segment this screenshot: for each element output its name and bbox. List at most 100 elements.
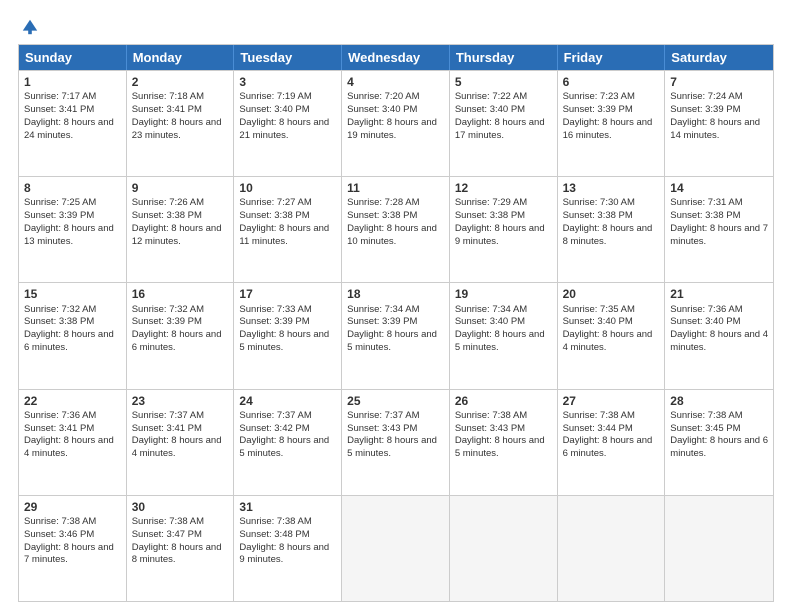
cal-cell-day-13: 13Sunrise: 7:30 AMSunset: 3:38 PMDayligh…: [558, 177, 666, 282]
cal-cell-day-22: 22Sunrise: 7:36 AMSunset: 3:41 PMDayligh…: [19, 390, 127, 495]
header: [18, 18, 774, 36]
day-number: 12: [455, 180, 552, 196]
sunrise-text: Sunrise: 7:19 AM: [239, 91, 311, 102]
sunset-text: Sunset: 3:40 PM: [563, 316, 633, 327]
calendar-body: 1Sunrise: 7:17 AM Sunset: 3:41 PM Daylight…: [19, 70, 773, 601]
sunset-text: Sunset: 3:38 PM: [132, 210, 202, 221]
cal-cell-day-7: 7Sunrise: 7:24 AM Sunset: 3:39 PM Daylight…: [665, 71, 773, 176]
sunset-text: Sunset: 3:43 PM: [455, 423, 525, 434]
sunset-text: Sunset: 3:43 PM: [347, 423, 417, 434]
sunrise-text: Sunrise: 7:35 AM: [563, 304, 635, 315]
sunset-text: Sunset: 3:47 PM: [132, 529, 202, 540]
day-number: 30: [132, 499, 229, 515]
cal-cell-day-27: 27Sunrise: 7:38 AMSunset: 3:44 PMDayligh…: [558, 390, 666, 495]
sunrise-text: Sunrise: 7:34 AM: [347, 304, 419, 315]
daylight-text: Daylight: 8 hours and 11 minutes.: [239, 223, 329, 247]
sunrise-text: Sunrise: 7:34 AM: [455, 304, 527, 315]
daylight-text: Daylight: 8 hours and 5 minutes.: [239, 329, 329, 353]
sunrise-text: Sunrise: 7:27 AM: [239, 197, 311, 208]
day-number: 6: [563, 74, 660, 90]
sunrise-text: Sunrise: 7:20 AM: [347, 91, 419, 102]
daylight-text: Daylight: 8 hours and 13 minutes.: [24, 223, 114, 247]
cal-week-2: 8Sunrise: 7:25 AMSunset: 3:39 PMDaylight…: [19, 176, 773, 282]
sunrise-text: Sunrise: 7:25 AM: [24, 197, 96, 208]
cal-cell-day-25: 25Sunrise: 7:37 AMSunset: 3:43 PMDayligh…: [342, 390, 450, 495]
sunrise-text: Sunrise: 7:17 AM: [24, 91, 96, 102]
sunrise-text: Sunrise: 7:37 AM: [239, 410, 311, 421]
daylight-text: Daylight: 8 hours and 17 minutes.: [455, 117, 545, 141]
cal-cell-day-23: 23Sunrise: 7:37 AMSunset: 3:41 PMDayligh…: [127, 390, 235, 495]
day-number: 25: [347, 393, 444, 409]
cal-cell-day-20: 20Sunrise: 7:35 AMSunset: 3:40 PMDayligh…: [558, 283, 666, 388]
sunset-text: Sunset: 3:41 PM: [132, 104, 202, 115]
daylight-text: Daylight: 8 hours and 4 minutes.: [132, 435, 222, 459]
cal-week-5: 29Sunrise: 7:38 AMSunset: 3:46 PMDayligh…: [19, 495, 773, 601]
day-number: 4: [347, 74, 444, 90]
cal-header-thursday: Thursday: [450, 45, 558, 70]
sunrise-text: Sunrise: 7:28 AM: [347, 197, 419, 208]
daylight-text: Daylight: 8 hours and 6 minutes.: [563, 435, 653, 459]
sunrise-text: Sunrise: 7:37 AM: [132, 410, 204, 421]
day-number: 27: [563, 393, 660, 409]
sunrise-text: Sunrise: 7:38 AM: [670, 410, 742, 421]
day-number: 10: [239, 180, 336, 196]
day-number: 7: [670, 74, 768, 90]
sunset-text: Sunset: 3:39 PM: [670, 104, 740, 115]
logo-icon: [21, 18, 39, 36]
daylight-text: Daylight: 8 hours and 12 minutes.: [132, 223, 222, 247]
sunset-text: Sunset: 3:44 PM: [563, 423, 633, 434]
cal-cell-empty: [558, 496, 666, 601]
sunrise-text: Sunrise: 7:26 AM: [132, 197, 204, 208]
daylight-text: Daylight: 8 hours and 4 minutes.: [563, 329, 653, 353]
cal-cell-day-5: 5Sunrise: 7:22 AMSunset: 3:40 PMDaylight…: [450, 71, 558, 176]
cal-cell-day-9: 9Sunrise: 7:26 AMSunset: 3:38 PMDaylight…: [127, 177, 235, 282]
day-number: 19: [455, 286, 552, 302]
day-number: 26: [455, 393, 552, 409]
cal-header-monday: Monday: [127, 45, 235, 70]
cal-cell-day-8: 8Sunrise: 7:25 AMSunset: 3:39 PMDaylight…: [19, 177, 127, 282]
cal-cell-day-10: 10Sunrise: 7:27 AMSunset: 3:38 PMDayligh…: [234, 177, 342, 282]
cal-week-3: 15Sunrise: 7:32 AMSunset: 3:38 PMDayligh…: [19, 282, 773, 388]
daylight-text: Daylight: 8 hours and 4 minutes.: [24, 435, 114, 459]
cal-cell-day-18: 18Sunrise: 7:34 AMSunset: 3:39 PMDayligh…: [342, 283, 450, 388]
day-number: 3: [239, 74, 336, 90]
cal-cell-empty: [342, 496, 450, 601]
daylight-text: Daylight: 8 hours and 7 minutes.: [670, 223, 768, 247]
sunset-text: Sunset: 3:38 PM: [563, 210, 633, 221]
sunrise-text: Sunrise: 7:24 AM: [670, 91, 742, 102]
cal-cell-day-21: 21Sunrise: 7:36 AMSunset: 3:40 PMDayligh…: [665, 283, 773, 388]
sunrise-text: Sunrise: 7:38 AM: [132, 516, 204, 527]
sunset-text: Sunset: 3:48 PM: [239, 529, 309, 540]
day-number: 18: [347, 286, 444, 302]
sunset-text: Sunset: 3:38 PM: [24, 316, 94, 327]
daylight-text: Daylight: 8 hours and 5 minutes.: [455, 329, 545, 353]
daylight-text: Daylight: 8 hours and 8 minutes.: [132, 542, 222, 566]
page: SundayMondayTuesdayWednesdayThursdayFrid…: [0, 0, 792, 612]
sunrise-text: Sunrise: 7:36 AM: [670, 304, 742, 315]
sunset-text: Sunset: 3:45 PM: [670, 423, 740, 434]
day-number: 8: [24, 180, 121, 196]
sunset-text: Sunset: 3:39 PM: [347, 316, 417, 327]
cal-cell-day-11: 11Sunrise: 7:28 AMSunset: 3:38 PMDayligh…: [342, 177, 450, 282]
sunset-text: Sunset: 3:39 PM: [132, 316, 202, 327]
day-number: 1: [24, 74, 121, 90]
sunset-text: Sunset: 3:40 PM: [239, 104, 309, 115]
sunset-text: Sunset: 3:41 PM: [24, 104, 94, 115]
day-number: 21: [670, 286, 768, 302]
daylight-text: Daylight: 8 hours and 7 minutes.: [24, 542, 114, 566]
logo: [18, 18, 39, 36]
cal-cell-day-14: 14Sunrise: 7:31 AMSunset: 3:38 PMDayligh…: [665, 177, 773, 282]
sunrise-text: Sunrise: 7:32 AM: [24, 304, 96, 315]
sunset-text: Sunset: 3:40 PM: [670, 316, 740, 327]
cal-cell-day-29: 29Sunrise: 7:38 AMSunset: 3:46 PMDayligh…: [19, 496, 127, 601]
day-number: 23: [132, 393, 229, 409]
day-number: 31: [239, 499, 336, 515]
day-number: 29: [24, 499, 121, 515]
daylight-text: Daylight: 8 hours and 14 minutes.: [670, 117, 760, 141]
daylight-text: Daylight: 8 hours and 6 minutes.: [132, 329, 222, 353]
sunrise-text: Sunrise: 7:33 AM: [239, 304, 311, 315]
sunrise-text: Sunrise: 7:23 AM: [563, 91, 635, 102]
cal-header-friday: Friday: [558, 45, 666, 70]
day-number: 13: [563, 180, 660, 196]
cal-cell-day-26: 26Sunrise: 7:38 AMSunset: 3:43 PMDayligh…: [450, 390, 558, 495]
